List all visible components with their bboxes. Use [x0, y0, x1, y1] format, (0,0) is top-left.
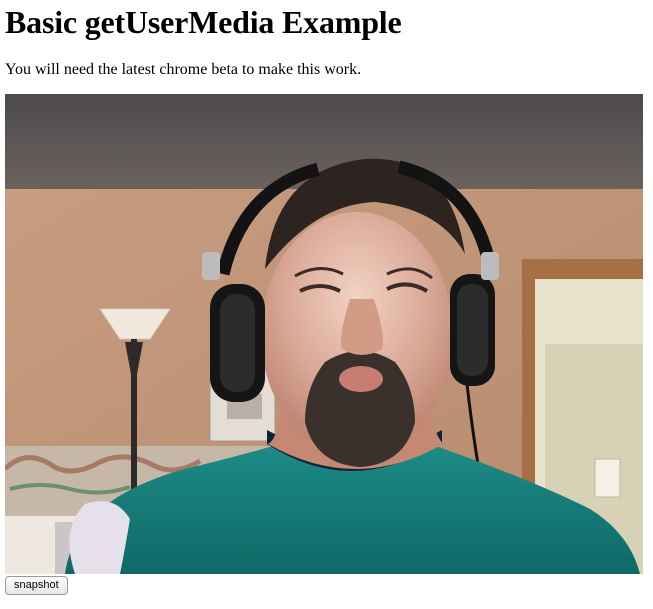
snapshot-button[interactable]: snapshot — [5, 576, 68, 595]
webcam-video — [5, 94, 643, 574]
instructions-text: You will need the latest chrome beta to … — [5, 61, 362, 78]
page-title: Basic getUserMedia Example — [5, 4, 402, 40]
page: Basic getUserMedia Example You will need… — [0, 0, 653, 609]
